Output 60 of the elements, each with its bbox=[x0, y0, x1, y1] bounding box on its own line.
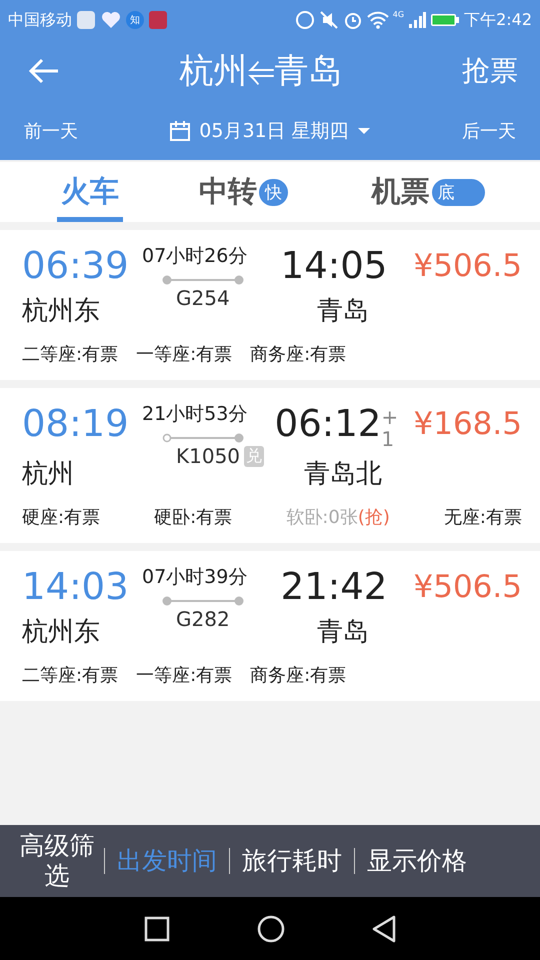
ticket-price: ¥506.5 bbox=[412, 247, 522, 286]
ticket-price: ¥506.5 bbox=[412, 568, 522, 607]
back-icon[interactable] bbox=[372, 914, 396, 942]
seat-availability: 软卧:0张(抢) bbox=[286, 506, 390, 529]
sort-option[interactable]: 显示价格 bbox=[354, 848, 479, 874]
alarm-icon bbox=[342, 10, 363, 30]
seat-availability: 一等座:有票 bbox=[136, 343, 232, 366]
recents-icon[interactable] bbox=[144, 916, 170, 942]
sort-option[interactable]: 旅行耗时 bbox=[229, 848, 354, 874]
departure-time: 14:03 bbox=[22, 565, 130, 608]
arrival-station: 青岛 bbox=[316, 616, 370, 649]
network-label: 4G bbox=[392, 10, 404, 19]
mute-icon bbox=[318, 10, 339, 30]
seat-availability: 无座:有票 bbox=[444, 506, 522, 529]
duration: 21小时53分 bbox=[142, 402, 248, 426]
home-icon[interactable] bbox=[256, 914, 285, 942]
seat-availability: 二等座:有票 bbox=[22, 664, 118, 687]
route-title: 杭州⥢青岛 bbox=[178, 50, 344, 93]
day-offset: +1 bbox=[381, 406, 394, 450]
clock-time: 下午2:42 bbox=[464, 10, 532, 30]
departure-station: 杭州 bbox=[22, 458, 75, 491]
arrival-station: 青岛北 bbox=[303, 458, 383, 491]
train-card[interactable]: 14:03 07小时39分 G282 21:42 ¥506.5 杭州东 青岛 二等座:有票 一等座:有票 商务座:有票 bbox=[0, 551, 540, 701]
tab-badge: 底 bbox=[432, 178, 484, 206]
train-number: G282 bbox=[176, 607, 230, 631]
tab[interactable]: 机票 底 bbox=[328, 162, 540, 222]
train-card[interactable]: 06:39 07小时26分 G254 14:05 ¥506.5 杭州东 青岛 二等座:有票 一等座:有票 商务座:有票 bbox=[0, 230, 540, 380]
duration: 07小时39分 bbox=[142, 565, 248, 589]
heart-icon bbox=[100, 10, 122, 30]
ticket-price: ¥168.5 bbox=[412, 405, 522, 444]
wifi-icon bbox=[366, 11, 389, 29]
sort-option[interactable]: 高级筛选 bbox=[10, 831, 104, 891]
arrival-station: 青岛 bbox=[316, 295, 370, 328]
back-button[interactable] bbox=[28, 57, 60, 85]
app-badge: 知 bbox=[126, 11, 144, 29]
arrival-time: 14:05 bbox=[280, 244, 388, 287]
seat-availability: 硬座:有票 bbox=[22, 506, 100, 529]
train-number: G254 bbox=[176, 286, 230, 310]
tab-badge: 快 bbox=[258, 178, 288, 206]
departure-time: 06:39 bbox=[22, 244, 130, 287]
signal-icon bbox=[408, 11, 426, 29]
seat-availability: 商务座:有票 bbox=[250, 664, 346, 687]
departure-station: 杭州东 bbox=[22, 616, 101, 649]
seat-availability: 一等座:有票 bbox=[136, 664, 232, 687]
seat-availability: 硬卧:有票 bbox=[154, 506, 232, 529]
tab[interactable]: 中转 快 bbox=[159, 162, 328, 222]
dropdown-caret-icon bbox=[356, 127, 371, 135]
seat-availability: 二等座:有票 bbox=[22, 343, 118, 366]
arrival-time: 21:42 bbox=[280, 565, 388, 608]
arrival-time: 06:12 bbox=[274, 402, 382, 445]
carrier-name: 中国移动 bbox=[8, 10, 72, 30]
duration: 07小时26分 bbox=[142, 244, 248, 268]
calendar-icon bbox=[169, 120, 192, 142]
battery-icon bbox=[430, 12, 460, 28]
app-icon bbox=[148, 10, 168, 30]
seat-availability: 商务座:有票 bbox=[250, 343, 346, 366]
departure-time: 08:19 bbox=[22, 402, 130, 447]
departure-station: 杭州东 bbox=[22, 295, 101, 328]
train-number: K1050 bbox=[176, 444, 240, 468]
back-arrow-icon bbox=[28, 57, 60, 85]
